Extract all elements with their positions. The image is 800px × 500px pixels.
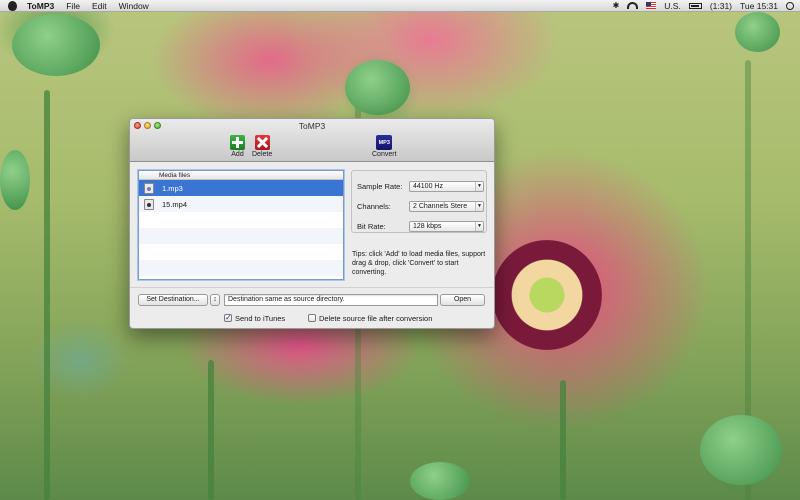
bit-rate-row: Bit Rate: 128 kbps ▼: [357, 221, 484, 232]
send-to-itunes-checkbox[interactable]: ✓: [224, 314, 232, 322]
chevron-down-icon: ▼: [475, 182, 483, 191]
convert-label: Convert: [372, 151, 397, 158]
channels-row: Channels: 2 Channels Stere ▼: [357, 201, 484, 212]
tips-text: Tips: click 'Add' to load media files, s…: [352, 251, 486, 276]
menu-bar: ToMP3 File Edit Window ✱ U.S. (1:31) Tue…: [0, 0, 800, 12]
empty-row: [139, 260, 343, 276]
channels-value: 2 Channels Stere: [413, 203, 468, 210]
mp3-convert-icon: MP3: [376, 135, 393, 150]
open-button[interactable]: Open: [440, 294, 485, 306]
send-to-itunes-label[interactable]: Send to iTunes: [235, 314, 285, 323]
poppy-flower-center: [492, 240, 602, 350]
battery-icon[interactable]: [688, 2, 702, 9]
menu-app-name[interactable]: ToMP3: [21, 0, 60, 12]
chevron-down-icon: ▼: [475, 202, 483, 211]
poppy-pod: [735, 12, 780, 52]
media-file-name: 1.mp3: [162, 183, 183, 193]
empty-row: [139, 212, 343, 228]
sample-rate-select[interactable]: 44100 Hz ▼: [409, 181, 484, 192]
delete-source-checkbox[interactable]: [308, 314, 316, 322]
media-files-header[interactable]: Media files: [139, 171, 343, 180]
spotlight-search-icon[interactable]: [786, 1, 794, 10]
empty-row: [139, 244, 343, 260]
add-button[interactable]: Add: [230, 135, 245, 158]
menu-edit[interactable]: Edit: [86, 0, 113, 12]
menu-clock[interactable]: Tue 15:31: [740, 1, 778, 11]
destination-stepper[interactable]: ↕: [210, 294, 220, 306]
audio-settings-panel: Sample Rate: 44100 Hz ▼ Channels: 2 Chan…: [351, 170, 487, 233]
flower-stem: [44, 90, 50, 500]
destination-path-field[interactable]: Destination same as source directory.: [224, 294, 438, 306]
us-flag-icon[interactable]: [646, 2, 657, 9]
wifi-icon[interactable]: [627, 2, 639, 9]
input-source-label[interactable]: U.S.: [664, 1, 681, 11]
poppy-pod: [410, 462, 470, 500]
battery-time[interactable]: (1:31): [710, 1, 732, 11]
add-label: Add: [231, 151, 244, 158]
sample-rate-label: Sample Rate:: [357, 182, 403, 191]
channels-select[interactable]: 2 Channels Stere ▼: [409, 201, 484, 212]
window-title: ToMP3: [298, 121, 326, 131]
media-file-row[interactable]: 1.mp3: [139, 180, 343, 196]
poppy-pod: [0, 150, 30, 210]
media-rows: 1.mp3 15.mp4: [139, 180, 343, 276]
menu-file[interactable]: File: [60, 0, 86, 12]
bit-rate-select[interactable]: 128 kbps ▼: [409, 221, 484, 232]
sample-rate-value: 44100 Hz: [413, 183, 443, 190]
tomp3-window: ToMP3 Add Delete MP3 Convert Media files…: [129, 118, 495, 329]
empty-row: [139, 228, 343, 244]
menu-window[interactable]: Window: [113, 0, 155, 12]
poppy-pod: [12, 14, 100, 76]
delete-icon: [254, 135, 270, 150]
set-destination-button[interactable]: Set Destination...: [138, 294, 208, 306]
channels-label: Channels:: [357, 202, 391, 211]
media-file-name: 15.mp4: [162, 199, 188, 209]
delete-label: Delete: [252, 151, 273, 158]
destination-area: Set Destination... ↕ Destination same as…: [130, 287, 494, 328]
quicktime-file-icon: [144, 198, 154, 210]
audio-file-icon: [144, 182, 154, 194]
up-down-arrows-icon: ↕: [213, 296, 217, 303]
poppy-pod: [345, 60, 410, 115]
delete-source-label[interactable]: Delete source file after conversion: [319, 314, 432, 323]
bit-rate-value: 128 kbps: [413, 223, 442, 230]
menu-extras: ✱ U.S. (1:31) Tue 15:31: [613, 1, 800, 11]
bit-rate-label: Bit Rate:: [357, 222, 386, 231]
flower-stem: [208, 360, 214, 500]
media-files-list[interactable]: Media files 1.mp3 15.mp4: [138, 170, 344, 280]
add-icon: [230, 135, 245, 150]
bluetooth-icon[interactable]: ✱: [613, 1, 620, 10]
window-titlebar[interactable]: ToMP3 Add Delete MP3 Convert: [130, 119, 494, 162]
flower-stem: [560, 380, 566, 500]
convert-button[interactable]: MP3 Convert: [372, 135, 397, 158]
chevron-down-icon: ▼: [475, 222, 483, 231]
poppy-pod: [700, 415, 782, 485]
delete-button[interactable]: Delete: [252, 135, 272, 158]
sample-rate-row: Sample Rate: 44100 Hz ▼: [357, 181, 484, 192]
apple-menu-icon[interactable]: [8, 0, 17, 11]
media-file-row[interactable]: 15.mp4: [139, 196, 343, 212]
